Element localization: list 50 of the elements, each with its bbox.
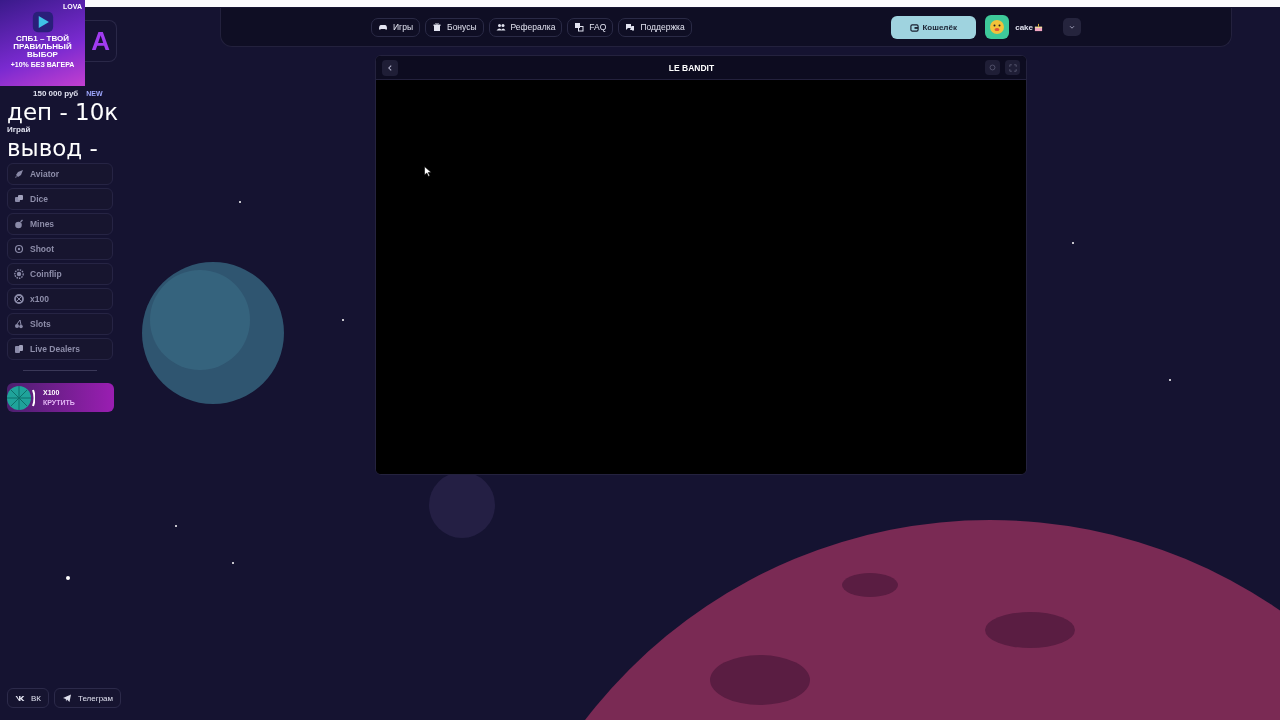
cards-icon (14, 344, 24, 354)
coin-icon (14, 269, 24, 279)
fullscreen-icon (1008, 63, 1017, 72)
social-link[interactable]: Телеграм (54, 688, 122, 708)
game-menu-item[interactable]: Mines (7, 213, 113, 235)
stream-caption: вывод - (7, 137, 99, 159)
wheel-icon (7, 385, 35, 410)
game-menu-item[interactable]: x100 (7, 288, 113, 310)
gift-icon (432, 22, 443, 32)
back-button[interactable] (382, 59, 398, 76)
section-label: Играй (7, 125, 32, 135)
chat-icon (625, 22, 636, 32)
jackpot-amount: 150 000 руб (33, 89, 79, 98)
people-icon (495, 22, 506, 32)
game-menu-item[interactable]: Slots (7, 313, 113, 335)
wheel-icon (14, 294, 24, 304)
ad-headline: СПБ1 – ТВОЙ ПРАВИЛЬНЫЙ ВЫБОР (12, 35, 73, 59)
avatar-icon[interactable] (985, 15, 1010, 39)
game-menu-item[interactable]: Shoot (7, 238, 113, 260)
game-menu-item[interactable]: Coinflip (7, 263, 113, 285)
nav-button[interactable]: Игры (371, 17, 421, 37)
nav-button[interactable]: FAQ (567, 17, 614, 37)
vk-icon (15, 693, 25, 703)
dice-icon (14, 194, 24, 204)
chevron-down-icon (1068, 23, 1076, 31)
info-button[interactable] (985, 60, 1000, 75)
nav-button[interactable]: Поддержка (618, 17, 692, 37)
chevron-left-icon (386, 63, 394, 72)
cursor-icon (424, 166, 432, 177)
game-menu-item[interactable]: Aviator (7, 163, 113, 185)
social-link[interactable]: ВК (7, 688, 49, 708)
game-title: LE BANDIT (667, 62, 716, 73)
gamepad-icon (378, 22, 388, 32)
dropdown-button[interactable] (1063, 18, 1081, 36)
wallet-button[interactable]: Кошелёк (891, 15, 977, 39)
bomb-icon (14, 219, 24, 229)
telegram-icon (62, 693, 72, 703)
cake-icon (1034, 22, 1043, 32)
site-logo[interactable]: A (85, 20, 117, 62)
game-menu-item[interactable]: Live Dealers (7, 338, 113, 360)
nav-button[interactable]: Рефералка (488, 17, 563, 37)
fullscreen-button[interactable] (1005, 60, 1020, 75)
circle-icon (989, 64, 996, 71)
nav-button[interactable]: Бонусы (425, 17, 484, 37)
target-icon (14, 244, 24, 254)
play-logo-icon (31, 11, 54, 33)
username: cake (1015, 22, 1033, 32)
wallet-icon (910, 22, 920, 32)
game-menu-item[interactable]: Dice (7, 188, 113, 210)
cherry-icon (14, 319, 24, 329)
